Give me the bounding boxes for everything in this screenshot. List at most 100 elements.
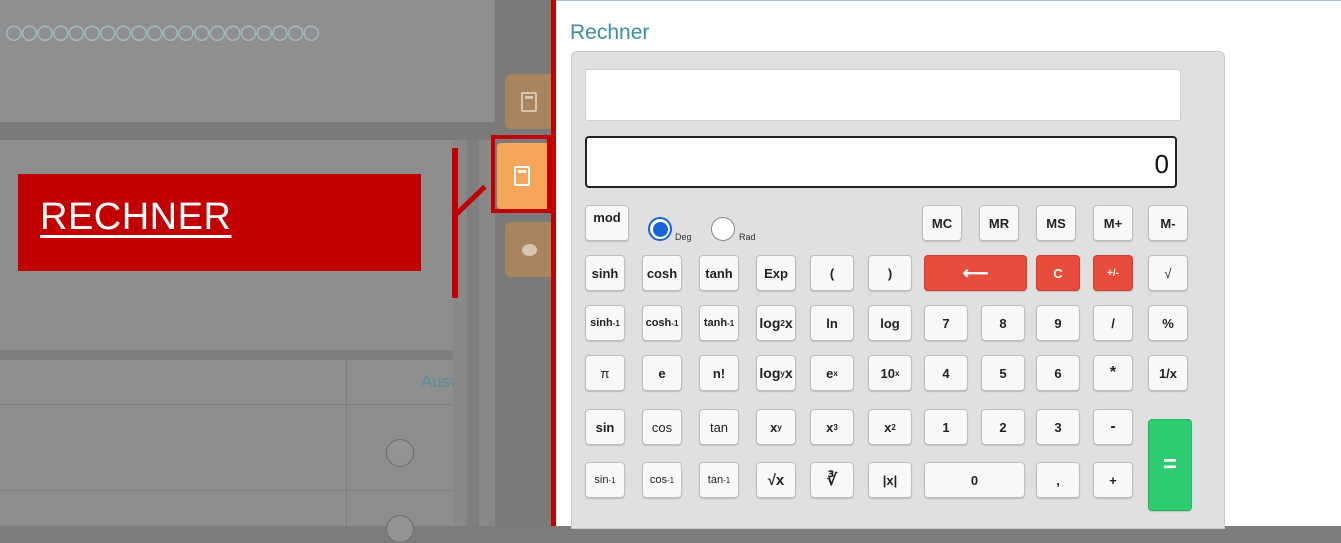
key-e[interactable]: e [642,355,682,391]
key-8[interactable]: 8 [981,305,1025,341]
key-asinh[interactable]: sinh -1 [585,305,625,341]
progress-dots: ○○○○○○○○○○○○○○○○○○○○ [6,17,320,47]
selection-radio[interactable] [386,515,414,543]
key-0[interactable]: 0 [924,462,1025,498]
key-log2-label: log [759,315,781,331]
key-factorial[interactable]: n! [699,355,739,391]
key-tan[interactable]: tan [699,409,739,445]
key-ms[interactable]: MS [1036,205,1076,241]
key-cosh[interactable]: cosh [642,255,682,291]
label-rad: Rad [739,232,756,242]
key-mplus[interactable]: M+ [1093,205,1133,241]
key-x3[interactable]: x3 [810,409,854,445]
superscript: -1 [671,318,679,328]
key-minus[interactable]: - [1093,409,1133,445]
panel-divider [0,350,453,360]
key-ex-label: e [826,365,834,381]
banner-label: RECHNER [40,196,232,238]
radio-deg[interactable] [648,217,672,241]
chat-icon [521,243,537,256]
superscript: 2 [891,422,896,432]
key-mc[interactable]: MC [922,205,962,241]
key-pi[interactable]: π [585,355,625,391]
key-6[interactable]: 6 [1036,355,1080,391]
tab-chat[interactable] [505,222,553,277]
key-plus[interactable]: + [1093,462,1133,498]
key-clear[interactable]: C [1036,255,1080,291]
key-5[interactable]: 5 [981,355,1025,391]
key-logy-label: log [759,365,781,381]
key-lparen[interactable]: ( [810,255,854,291]
key-yroot[interactable]: √x [756,462,796,498]
key-1[interactable]: 1 [924,409,968,445]
key-abs[interactable]: |x| [868,462,912,498]
key-sign[interactable]: +/- [1093,255,1133,291]
key-backspace[interactable]: ⟵ [924,255,1027,291]
key-multiply[interactable]: * [1093,355,1133,391]
key-percent[interactable]: % [1148,305,1188,341]
key-acos-label: cos [649,474,667,486]
key-ln[interactable]: ln [810,305,854,341]
expression-display [585,69,1181,121]
table-row [0,405,453,491]
key-asinh-label: sinh [590,317,613,329]
key-equals[interactable]: = [1148,419,1192,511]
key-log2[interactable]: log 2 x [756,305,796,341]
key-xy[interactable]: xy [756,409,796,445]
superscript: x [833,368,838,378]
calculator: 0 mod Deg Rad MC MR MS M+ M- sinh cosh t… [571,51,1225,529]
superscript: x [895,368,900,378]
key-7[interactable]: 7 [924,305,968,341]
key-acosh[interactable]: cosh -1 [642,305,682,341]
result-display[interactable]: 0 [585,136,1177,188]
key-logy[interactable]: log y x [756,355,796,391]
superscript: -1 [723,475,731,485]
key-atanh[interactable]: tanh -1 [699,305,739,341]
annotation-highlight [491,135,551,213]
key-9[interactable]: 9 [1036,305,1080,341]
key-divide[interactable]: / [1093,305,1133,341]
key-2[interactable]: 2 [981,409,1025,445]
key-3[interactable]: 3 [1036,409,1080,445]
key-logy-x: x [784,365,793,381]
key-4[interactable]: 4 [924,355,968,391]
key-acosh-label: cosh [645,317,672,329]
key-cos[interactable]: cos [642,409,682,445]
superscript: -1 [667,475,675,485]
annotation-line [452,148,458,298]
key-cbrt[interactable]: ∛ [810,462,854,498]
superscript: -1 [727,318,735,328]
key-sinh[interactable]: sinh [585,255,625,291]
table-header [0,360,453,405]
key-x2-label: x [884,419,892,435]
key-ex[interactable]: ex [810,355,854,391]
key-asin[interactable]: sin -1 [585,462,625,498]
key-sin[interactable]: sin [585,409,625,445]
key-mminus[interactable]: M- [1148,205,1188,241]
header-divider [0,122,495,140]
selection-radio[interactable] [386,439,414,467]
key-atan[interactable]: tan -1 [699,462,739,498]
key-10x[interactable]: 10 x [868,355,912,391]
key-x3-label: x [826,419,834,435]
key-mod[interactable]: mod [585,205,629,241]
key-acos[interactable]: cos -1 [642,462,682,498]
tab-calculator-inactive[interactable] [505,74,553,129]
superscript: -1 [608,475,616,485]
key-comma[interactable]: , [1036,462,1080,498]
key-asin-label: sin [594,474,609,486]
key-x2[interactable]: x2 [868,409,912,445]
key-exp[interactable]: Exp [756,255,796,291]
key-atanh-label: tanh [703,317,728,329]
radio-rad[interactable] [711,217,735,241]
key-sqrt[interactable]: √ [1148,255,1188,291]
key-reciprocal[interactable]: 1/x [1148,355,1188,391]
key-log[interactable]: log [868,305,912,341]
calculator-icon [521,91,537,112]
key-10x-label: 10 [880,365,895,381]
key-tanh[interactable]: tanh [699,255,739,291]
key-log2-x: x [784,315,793,331]
superscript: -1 [612,318,620,328]
key-rparen[interactable]: ) [868,255,912,291]
key-mr[interactable]: MR [979,205,1019,241]
